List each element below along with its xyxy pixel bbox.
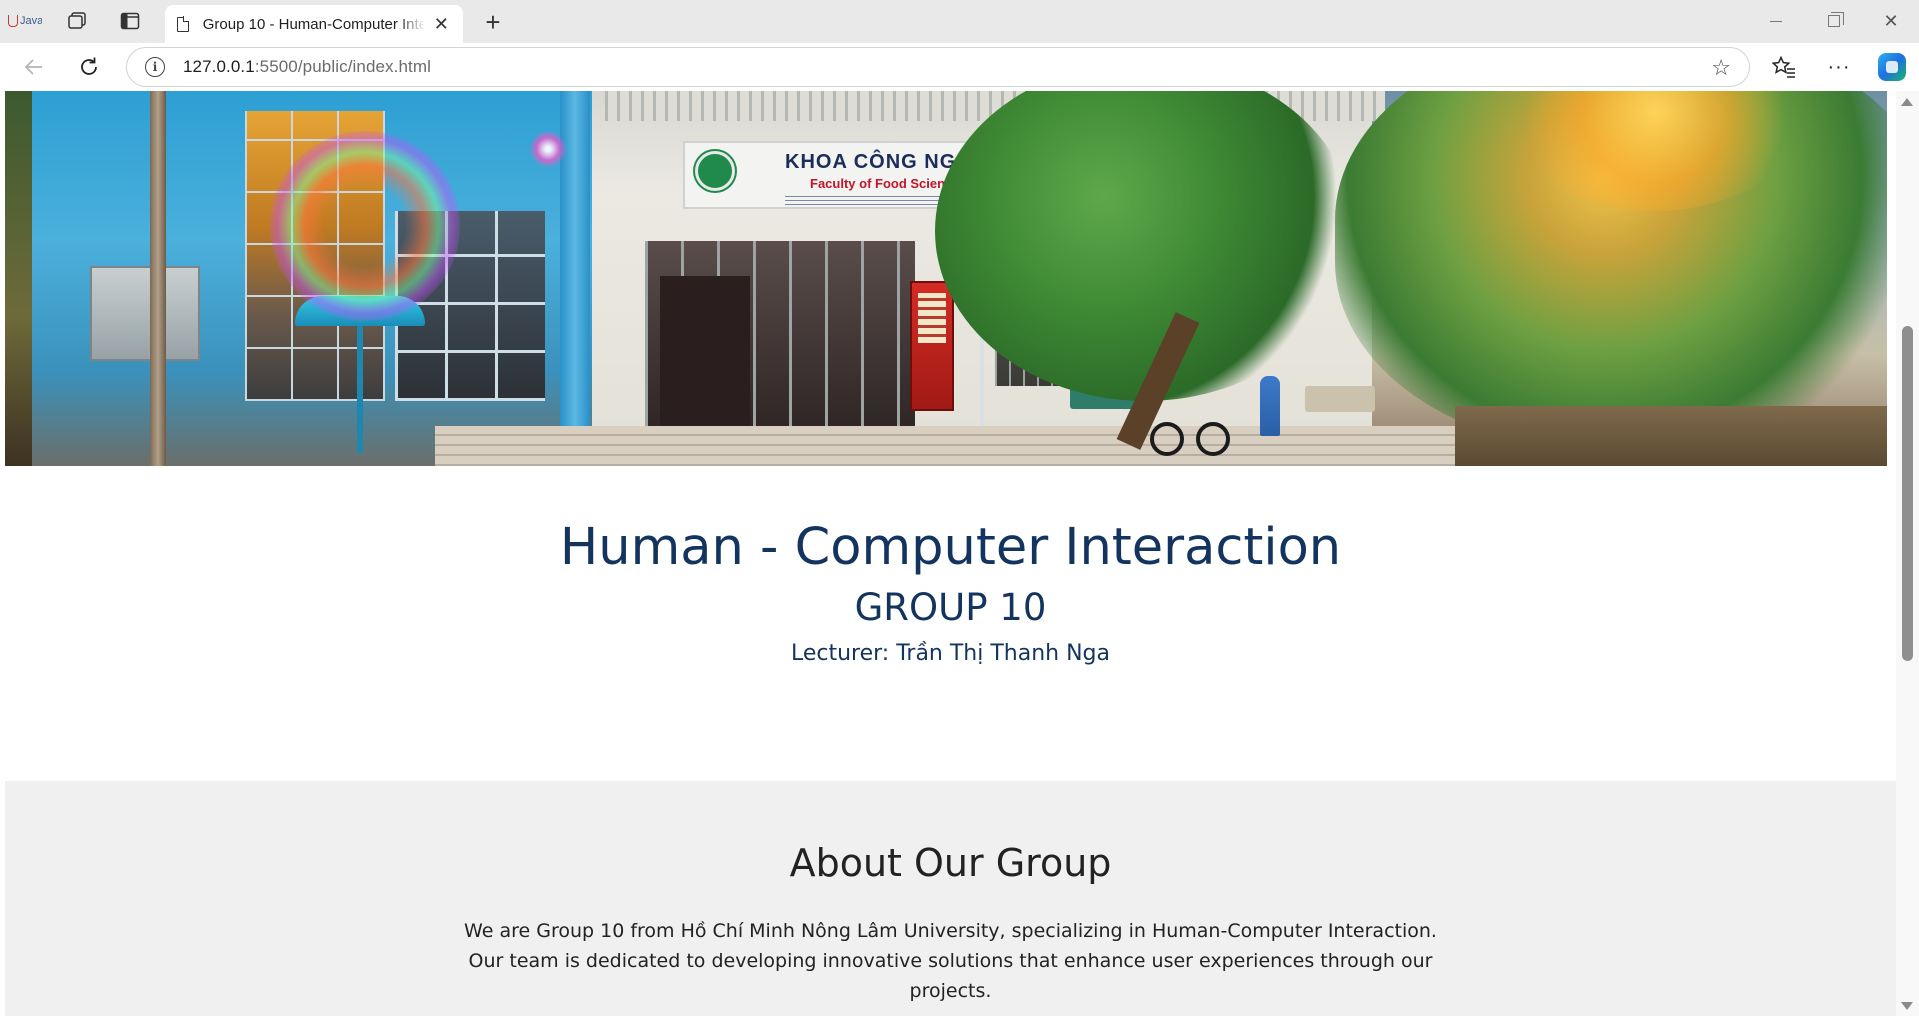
lens-flare — [270, 131, 460, 321]
close-window-icon: ✕ — [1883, 10, 1899, 31]
star-icon[interactable]: ☆ — [1711, 55, 1731, 81]
page-icon — [177, 16, 190, 32]
person — [1260, 376, 1280, 436]
motorbike — [1150, 416, 1230, 456]
pinned-tab-java[interactable]: Java — [8, 12, 44, 30]
ground — [1455, 406, 1887, 466]
scroll-down-icon[interactable] — [1901, 1002, 1913, 1010]
page-title: Human - Computer Interaction — [559, 518, 1342, 577]
minimize-button[interactable] — [1753, 8, 1799, 34]
reload-icon[interactable] — [73, 53, 105, 81]
umbrella-pole — [357, 323, 363, 453]
hero-section: Human - Computer Interaction GROUP 10 Le… — [5, 466, 1896, 731]
favorites-icon[interactable] — [1768, 53, 1800, 81]
close-icon[interactable]: ✕ — [431, 14, 451, 35]
scroll-up-icon[interactable] — [1901, 98, 1913, 106]
address-bar[interactable]: i 127.0.0.1:5500/public/index.html ☆ — [126, 47, 1750, 87]
electric-box — [90, 266, 200, 361]
restore-button[interactable] — [1811, 8, 1857, 34]
faculty-logo — [695, 151, 735, 191]
copilot-icon[interactable] — [1876, 53, 1908, 81]
url-text[interactable]: 127.0.0.1:5500/public/index.html — [183, 57, 431, 77]
tab-active[interactable]: Group 10 - Human-Computer Interaction ✕ — [165, 5, 463, 43]
utility-pole — [150, 91, 166, 466]
vertical-scrollbar[interactable] — [1896, 91, 1919, 1016]
back-arrow-icon[interactable] — [18, 53, 50, 81]
sign-subtitle: Faculty of Food Science — [810, 176, 960, 191]
lecturer-text: Lecturer: Trần Thị Thanh Nga — [790, 641, 1111, 666]
hero-banner-image: KHOA CÔNG NGHỆ Faculty of Food Science — [5, 91, 1887, 466]
workspaces-icon[interactable] — [63, 9, 91, 33]
url-host: 127.0.0.1 — [183, 57, 255, 76]
pinned-tab-label: Java — [20, 15, 42, 27]
url-path: :5500/public/index.html — [254, 57, 431, 76]
vending-machine — [910, 281, 954, 411]
copilot-badge — [1878, 53, 1906, 81]
page-viewport: KHOA CÔNG NGHỆ Faculty of Food Science H… — [5, 91, 1896, 1016]
minimize-icon — [1770, 20, 1782, 22]
open-door — [660, 276, 750, 426]
plus-icon[interactable]: + — [478, 7, 508, 38]
close-window-button[interactable]: ✕ — [1868, 8, 1914, 34]
browser-toolbar: i 127.0.0.1:5500/public/index.html ☆ ··· — [0, 43, 1919, 91]
banner-edge — [5, 91, 32, 466]
group-heading: GROUP 10 — [854, 586, 1047, 629]
scroll-thumb[interactable] — [1902, 326, 1913, 661]
restore-icon — [1828, 12, 1844, 27]
lens-flare-small — [530, 131, 566, 167]
tab-title: Group 10 - Human-Computer Interaction — [202, 15, 426, 33]
tab-actions-icon[interactable] — [116, 9, 144, 33]
about-title: About Our Group — [789, 841, 1112, 885]
more-icon[interactable]: ··· — [1823, 53, 1855, 81]
about-section: About Our Group We are Group 10 from Hồ … — [5, 781, 1896, 1016]
info-icon[interactable]: i — [145, 57, 165, 77]
stone-bench — [1305, 386, 1375, 412]
about-text: We are Group 10 from Hồ Chí Minh Nông Lâ… — [464, 920, 1437, 1002]
entrance-steps — [435, 426, 1485, 466]
java-cup-icon — [8, 15, 18, 27]
tab-strip: Java Group 10 - Human-Computer Interacti… — [0, 0, 1919, 43]
